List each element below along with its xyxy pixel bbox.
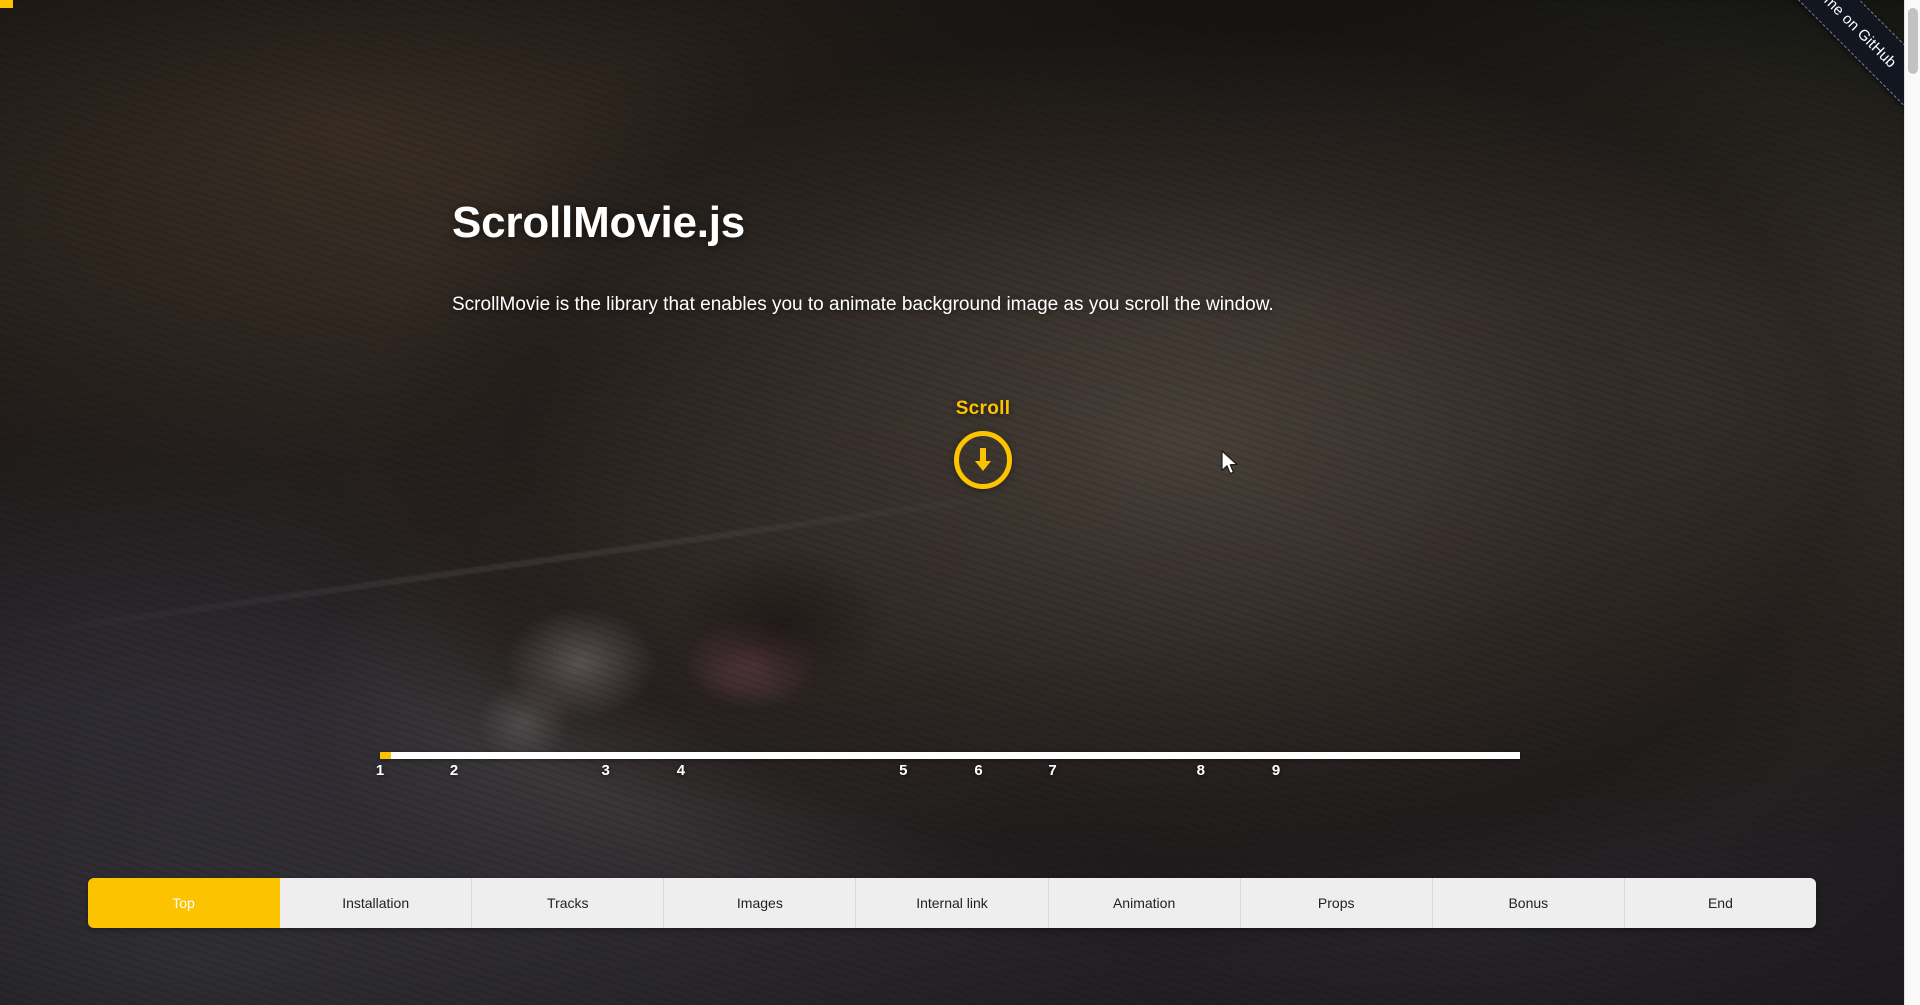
tab-tracks[interactable]: Tracks [472,878,665,928]
scroll-cue-label: Scroll [955,398,1011,419]
track-label[interactable]: 6 [974,762,982,779]
tab-bonus[interactable]: Bonus [1432,878,1625,928]
scroll-cue[interactable]: Scroll [923,398,1043,489]
tab-end[interactable]: End [1624,878,1816,928]
tab-internal-link[interactable]: Internal link [856,878,1049,928]
hero-content: ScrollMovie.js ScrollMovie is the librar… [0,0,1904,1005]
track-progress-bar [380,752,1520,759]
tab-label: Props [1317,895,1355,911]
tab-installation[interactable]: Installation [280,878,473,928]
tab-images[interactable]: Images [664,878,857,928]
tab-label: Images [736,895,783,911]
tab-label: Internal link [916,895,988,911]
page-subtitle: ScrollMovie is the library that enables … [452,294,1274,315]
track-label[interactable]: 8 [1197,762,1205,779]
track-label[interactable]: 3 [602,762,610,779]
tab-label: End [1707,895,1733,911]
tab-top[interactable]: Top [88,878,281,928]
arrow-down-circle-icon[interactable] [954,431,1012,489]
tab-label: Animation [1112,895,1176,911]
track-label[interactable]: 2 [450,762,458,779]
tab-props[interactable]: Props [1240,878,1433,928]
track-label[interactable]: 9 [1272,762,1280,779]
tab-label: Top [172,895,195,911]
page-title: ScrollMovie.js [452,198,746,247]
track-progress-fill [380,752,391,759]
tab-label: Bonus [1508,895,1549,911]
scrollbar-thumb[interactable] [1908,8,1918,74]
scroll-progress-indicator [0,0,13,8]
track-label[interactable]: 5 [899,762,907,779]
track-label-row: 1 2 3 4 5 6 7 8 9 [376,762,1520,786]
track-label[interactable]: 7 [1048,762,1056,779]
section-tab-navigation[interactable]: Top Installation Tracks Images Internal link… [88,878,1816,928]
tab-label: Tracks [547,895,589,911]
browser-viewport: Fork me on GitHub ScrollMovie.js ScrollM… [0,0,1920,1005]
tab-label: Installation [342,895,410,911]
vertical-scrollbar[interactable] [1904,0,1920,1005]
track-label[interactable]: 4 [677,762,685,779]
tab-animation[interactable]: Animation [1048,878,1241,928]
track-label[interactable]: 1 [376,762,384,779]
